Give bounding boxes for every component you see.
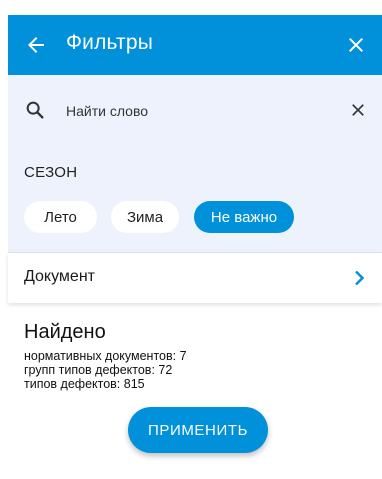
app-bar: Фильтры (8, 15, 382, 75)
filters-panel: СЕЗОН Лето Зима Не важно (8, 75, 382, 252)
stat-defect-types: типов дефектов: 815 (24, 377, 145, 391)
chip-label: Лето (44, 208, 77, 226)
stat-defect-groups: групп типов дефектов: 72 (24, 363, 173, 377)
results-section: Найдено нормативных документов: 7 групп … (8, 303, 382, 479)
document-row[interactable]: Документ (8, 252, 382, 303)
chip-label: Не важно (210, 208, 278, 226)
season-label: СЕЗОН (24, 164, 78, 181)
page-title: Фильтры (66, 31, 154, 54)
close-icon[interactable] (344, 33, 368, 57)
stat-documents: нормативных документов: 7 (24, 349, 187, 363)
filters-screen: Фильтры СЕЗОН Лето Зима Не важно (8, 15, 382, 478)
search-bar (8, 85, 382, 137)
chevron-right-icon (355, 270, 364, 286)
chip-no-matter[interactable]: Не важно (194, 201, 294, 233)
document-label: Документ (24, 268, 95, 285)
search-input[interactable] (66, 97, 316, 125)
chip-label: Зима (126, 208, 164, 226)
apply-button[interactable]: ПРИМЕНИТЬ (128, 407, 268, 453)
chip-winter[interactable]: Зима (111, 201, 179, 233)
season-chips: Лето Зима Не важно (24, 201, 294, 233)
clear-search-icon[interactable] (348, 100, 368, 120)
search-icon (26, 101, 44, 119)
arrow-left-icon[interactable] (24, 33, 48, 57)
chip-summer[interactable]: Лето (24, 201, 97, 233)
results-heading: Найдено (24, 321, 106, 343)
